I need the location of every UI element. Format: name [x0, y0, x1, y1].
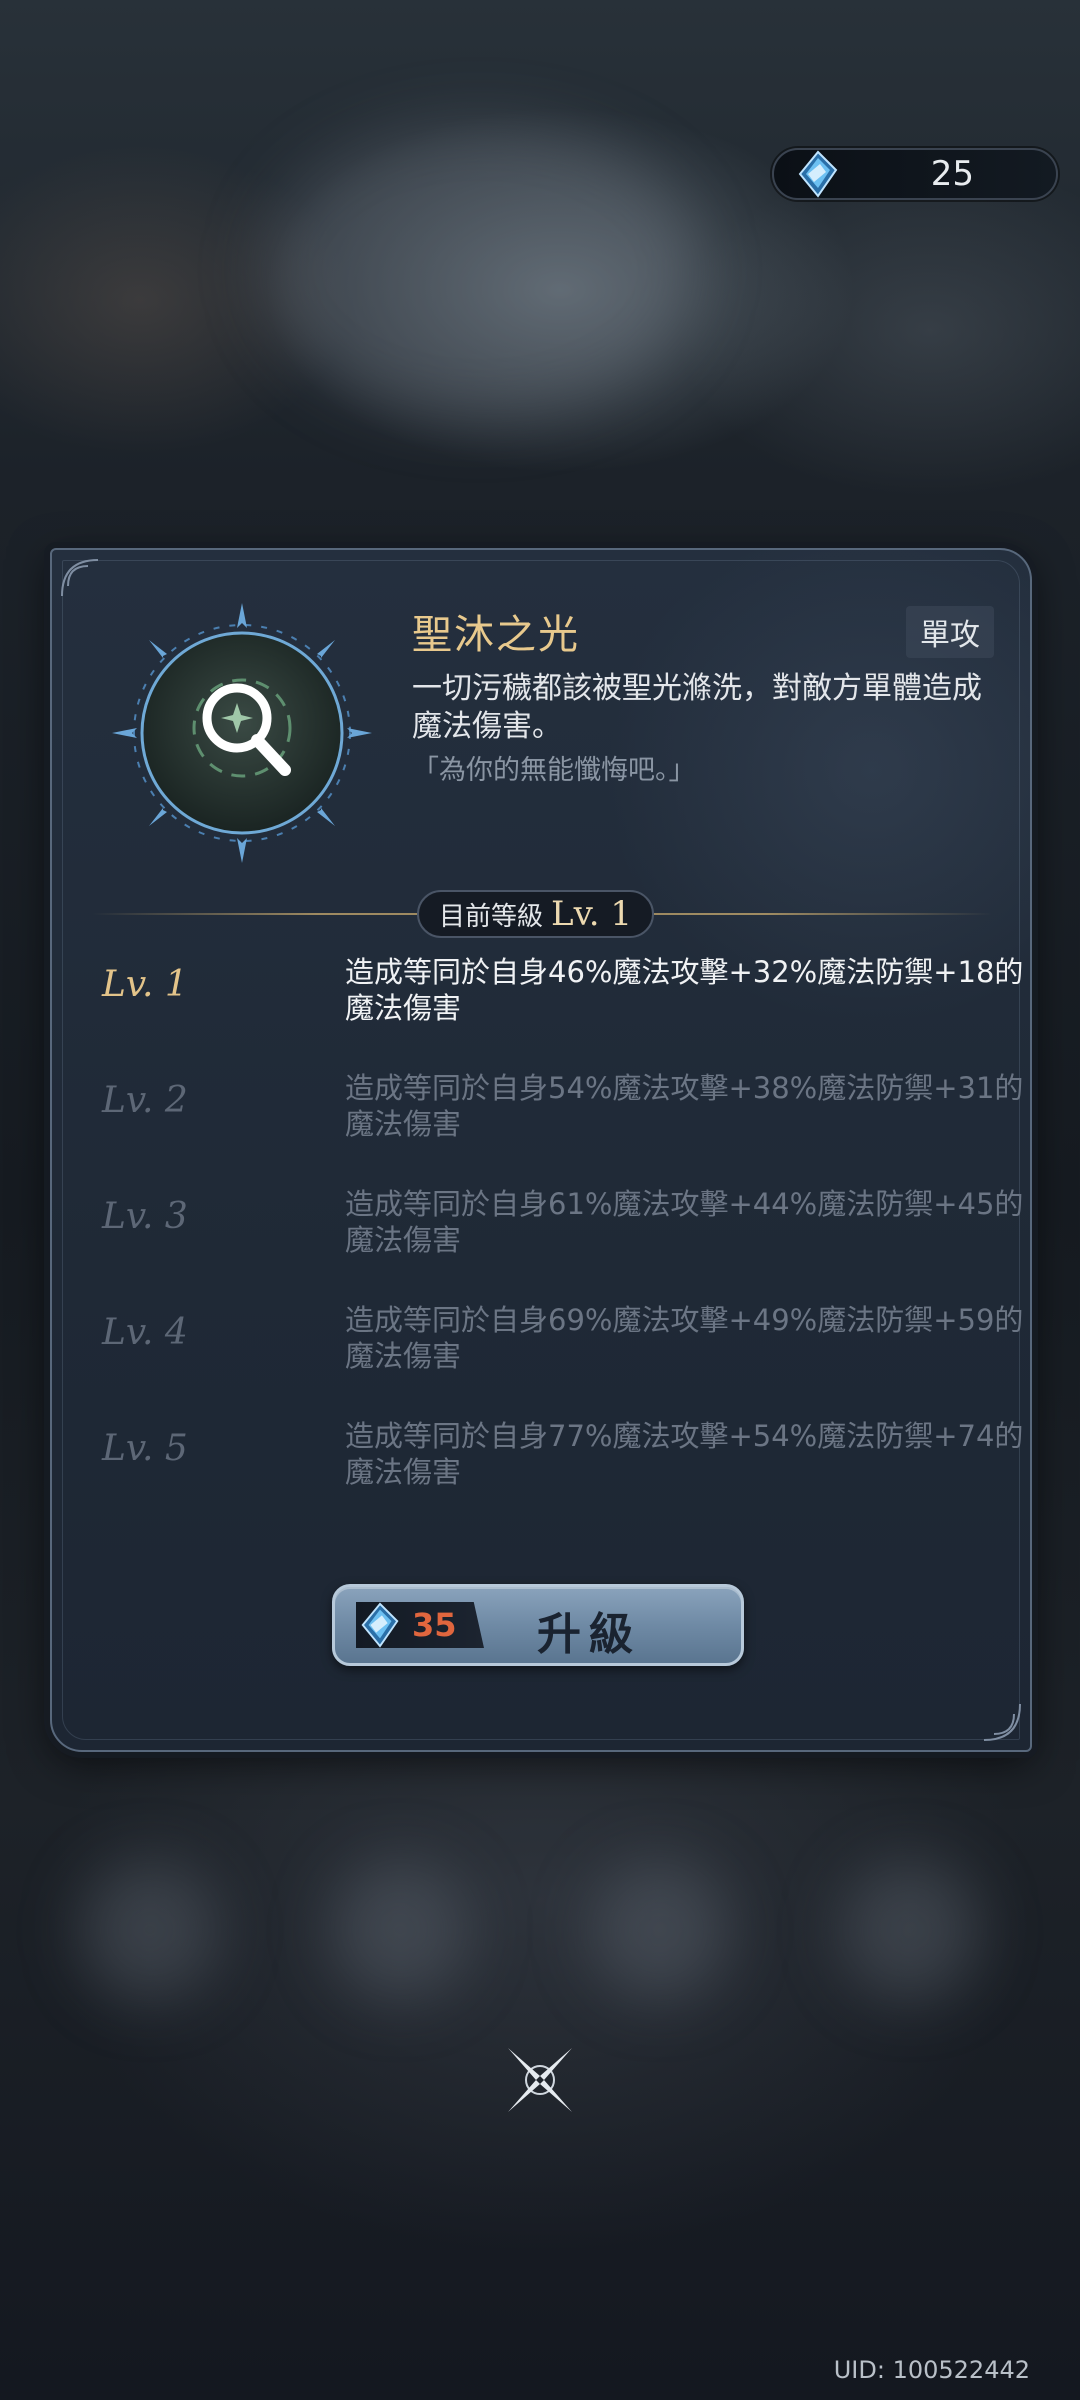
- skill-name: 聖沐之光: [412, 612, 580, 658]
- level-effect-text: 造成等同於自身77%魔法攻擊+54%魔法防禦+74的魔法傷害: [345, 1419, 1024, 1489]
- upgrade-cost: 35: [412, 1606, 457, 1644]
- level-tag: Lv. 4: [102, 1312, 188, 1353]
- crystal-currency-counter[interactable]: 25: [772, 148, 1058, 200]
- upgrade-button[interactable]: 35 升級: [322, 1580, 754, 1670]
- level-tag: Lv. 2: [102, 1080, 188, 1121]
- level-tag: Lv. 5: [102, 1428, 188, 1469]
- currency-amount: 25: [930, 154, 974, 194]
- level-effect-text: 造成等同於自身46%魔法攻擊+32%魔法防禦+18的魔法傷害: [345, 955, 1024, 1025]
- skill-emblem-icon: [112, 603, 372, 863]
- skill-description: 一切污穢都該被聖光滌洗，對敵方單體造成魔法傷害。: [412, 671, 982, 744]
- level-effect-text: 造成等同於自身54%魔法攻擊+38%魔法防禦+31的魔法傷害: [345, 1071, 1024, 1141]
- skill-detail-panel: 聖沐之光 單攻 一切污穢都該被聖光滌洗，對敵方單體造成魔法傷害。 「為你的無能懺…: [50, 548, 1032, 1752]
- crystal-gem-icon: [361, 1602, 399, 1648]
- upgrade-label: 升級: [537, 1609, 641, 1660]
- current-level-value: Lv. 1: [551, 894, 633, 934]
- level-tag: Lv. 3: [102, 1196, 188, 1237]
- skill-quote: 「為你的無能懺悔吧。」: [412, 755, 696, 786]
- level-effect-text: 造成等同於自身69%魔法攻擊+49%魔法防禦+59的魔法傷害: [345, 1303, 1024, 1373]
- crystal-gem-icon: [798, 150, 838, 198]
- level-tag: Lv. 1: [102, 964, 188, 1005]
- current-level-label: 目前等級: [439, 901, 544, 932]
- user-id: UID: 100522442: [833, 2356, 1030, 2384]
- current-level-badge: 目前等級 Lv. 1: [417, 890, 655, 938]
- close-icon[interactable]: [500, 2040, 580, 2120]
- corner-ornament-icon: [983, 1703, 1021, 1741]
- level-effect-text: 造成等同於自身61%魔法攻擊+44%魔法防禦+45的魔法傷害: [345, 1187, 1024, 1257]
- skill-target-type-badge: 單攻: [906, 606, 994, 658]
